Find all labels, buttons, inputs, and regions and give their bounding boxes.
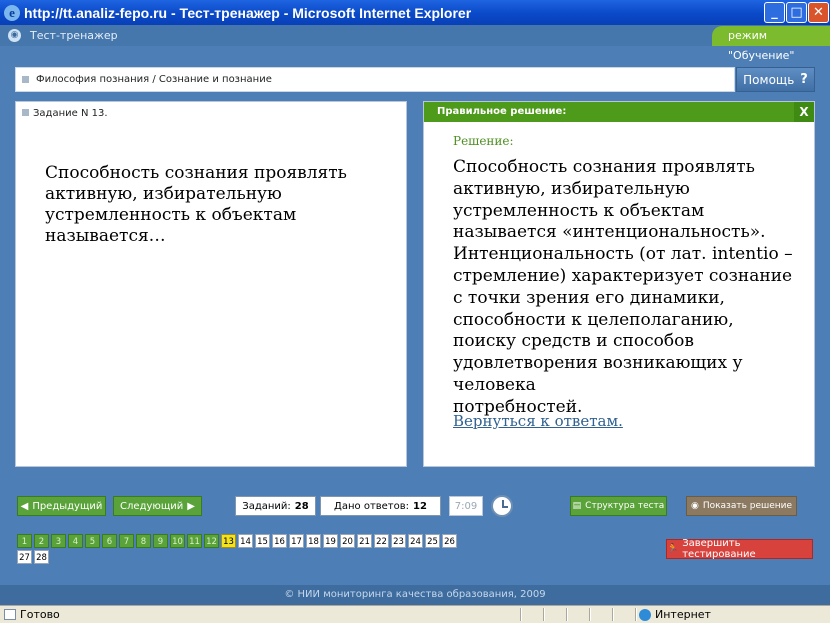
task-number-button[interactable]: 6 bbox=[102, 534, 117, 548]
status-divider bbox=[635, 608, 637, 621]
finish-test-button[interactable]: 🏃 Завершить тестирование bbox=[666, 538, 813, 560]
task-number-button[interactable]: 28 bbox=[34, 550, 49, 564]
task-number-button[interactable]: 3 bbox=[51, 534, 66, 548]
status-zone: Интернет bbox=[655, 608, 711, 621]
task-number-button[interactable]: 5 bbox=[85, 534, 100, 548]
bullet-square-icon bbox=[22, 76, 29, 83]
mode-badge: режим "Обучение" bbox=[712, 26, 830, 62]
show-solution-button[interactable]: ◉ Показать решение bbox=[686, 496, 797, 516]
bullet-square-icon bbox=[22, 109, 29, 116]
task-number-button[interactable]: 18 bbox=[306, 534, 321, 548]
clock-icon bbox=[491, 495, 513, 517]
finish-label: Завершить тестирование bbox=[682, 538, 756, 560]
status-divider bbox=[589, 608, 591, 621]
task-number-button[interactable]: 4 bbox=[68, 534, 83, 548]
structure-label: Структура теста bbox=[585, 501, 665, 511]
task-number-button[interactable]: 1 bbox=[17, 534, 32, 548]
breadcrumb: Философия познания / Сознание и познание bbox=[15, 67, 735, 92]
task-number-button[interactable]: 15 bbox=[255, 534, 270, 548]
task-number-button[interactable]: 7 bbox=[119, 534, 134, 548]
task-number-button[interactable]: 27 bbox=[17, 550, 32, 564]
solution-header: Правильное решение: bbox=[424, 102, 814, 122]
app-title: Тест-тренажер bbox=[30, 29, 118, 42]
status-divider bbox=[543, 608, 545, 621]
window-title: http://tt.analiz-fepo.ru - Тест-тренажер… bbox=[24, 4, 472, 21]
task-number-button[interactable]: 19 bbox=[323, 534, 338, 548]
task-number-button[interactable]: 24 bbox=[408, 534, 423, 548]
show-solution-label: Показать решение bbox=[702, 501, 793, 511]
task-number-button[interactable]: 8 bbox=[136, 534, 151, 548]
task-header: Задание N 13. bbox=[22, 108, 108, 119]
tasks-counter: Заданий: 28 bbox=[235, 496, 316, 516]
eye-icon: ◉ bbox=[690, 501, 699, 511]
arrow-right-icon: ▶ bbox=[187, 500, 195, 512]
task-number-button[interactable]: 11 bbox=[187, 534, 202, 548]
solution-panel: Правильное решение: X Решение: Способнос… bbox=[423, 101, 815, 467]
task-number-button[interactable]: 10 bbox=[170, 534, 185, 548]
prev-button[interactable]: ◀ Предыдущий bbox=[17, 496, 106, 516]
task-panel: Задание N 13. Способность сознания прояв… bbox=[15, 101, 407, 467]
solution-text: Способность сознания проявлять активную,… bbox=[453, 157, 793, 417]
breadcrumb-text: Философия познания / Сознание и познание bbox=[36, 74, 272, 85]
prev-label: Предыдущий bbox=[32, 500, 103, 512]
ie-logo-icon: e bbox=[4, 4, 20, 21]
help-label: Помощь bbox=[743, 72, 795, 87]
task-number-button[interactable]: 26 bbox=[442, 534, 457, 548]
help-button[interactable]: Помощь ? bbox=[736, 67, 815, 92]
task-number-button[interactable]: 21 bbox=[357, 534, 372, 548]
tasks-label: Заданий: bbox=[242, 500, 291, 512]
question-text: Способность сознания проявлять активную,… bbox=[45, 163, 347, 246]
app-icon: ◉ bbox=[8, 29, 21, 42]
task-number-button[interactable]: 13 bbox=[221, 534, 236, 548]
question-mark-icon: ? bbox=[800, 72, 808, 87]
globe-icon bbox=[639, 609, 651, 621]
task-number-button[interactable]: 23 bbox=[391, 534, 406, 548]
task-number-button[interactable]: 17 bbox=[289, 534, 304, 548]
solution-label: Решение: bbox=[453, 134, 514, 148]
status-bar: Готово Интернет bbox=[0, 605, 830, 623]
task-number-button[interactable]: 12 bbox=[204, 534, 219, 548]
close-window-button[interactable]: ✕ bbox=[808, 2, 829, 23]
task-number-button[interactable]: 2 bbox=[34, 534, 49, 548]
window-titlebar: e http://tt.analiz-fepo.ru - Тест-тренаж… bbox=[0, 0, 830, 25]
return-to-answers-link[interactable]: Вернуться к ответам. bbox=[453, 412, 623, 430]
status-ready: Готово bbox=[20, 608, 60, 621]
next-button[interactable]: Следующий ▶ bbox=[113, 496, 202, 516]
close-solution-button[interactable]: X bbox=[794, 102, 814, 122]
task-number-button[interactable]: 20 bbox=[340, 534, 355, 548]
answers-label: Дано ответов: bbox=[334, 500, 410, 512]
structure-icon: ▤ bbox=[572, 501, 582, 511]
task-number-button[interactable]: 22 bbox=[374, 534, 389, 548]
running-man-icon: 🏃 bbox=[667, 544, 679, 554]
test-structure-button[interactable]: ▤ Структура теста bbox=[570, 496, 667, 516]
task-number-button[interactable]: 16 bbox=[272, 534, 287, 548]
task-number-button[interactable]: 25 bbox=[425, 534, 440, 548]
minimize-button[interactable]: _ bbox=[764, 2, 785, 23]
app-header: ◉ Тест-тренажер режим "Обучение" bbox=[0, 25, 830, 62]
tasks-value: 28 bbox=[294, 500, 309, 512]
task-number: Задание N 13. bbox=[33, 108, 108, 119]
answers-value: 12 bbox=[413, 500, 427, 512]
next-label: Следующий bbox=[120, 500, 184, 512]
maximize-button[interactable]: □ bbox=[786, 2, 807, 23]
status-divider bbox=[566, 608, 568, 621]
page-footer: © НИИ мониторинга качества образования, … bbox=[0, 585, 830, 605]
task-number-button[interactable]: 14 bbox=[238, 534, 253, 548]
status-divider bbox=[520, 608, 522, 621]
timer-display: 7:09 bbox=[449, 496, 483, 516]
status-divider bbox=[612, 608, 614, 621]
arrow-left-icon: ◀ bbox=[20, 500, 29, 512]
answers-counter: Дано ответов: 12 bbox=[320, 496, 441, 516]
page-icon bbox=[4, 609, 16, 620]
task-number-button[interactable]: 9 bbox=[153, 534, 168, 548]
